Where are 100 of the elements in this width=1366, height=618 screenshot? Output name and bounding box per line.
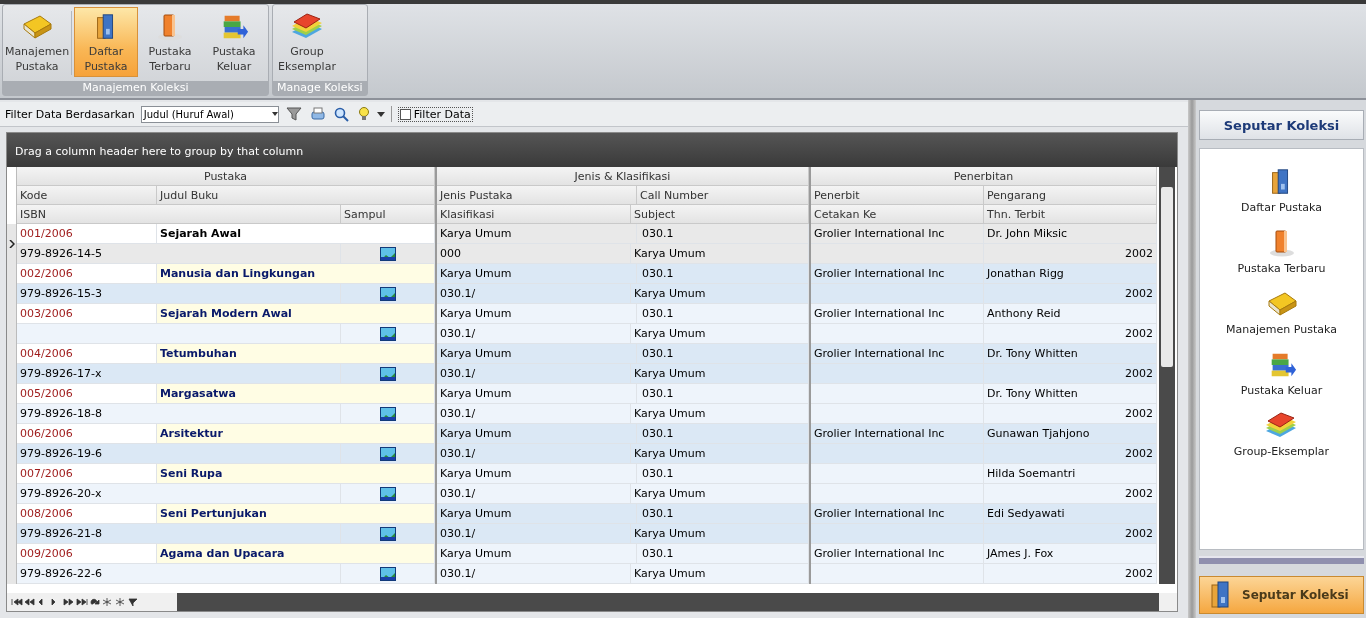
table-cell: 2002 (984, 564, 1157, 584)
table-cell: Karya Umum (631, 284, 809, 304)
ribbon-button[interactable]: Pustaka Keluar (202, 7, 266, 77)
ribbon-button[interactable]: Pustaka Terbaru (138, 7, 202, 77)
table-cell: 2002 (984, 484, 1157, 504)
table-cell: 030.1/ (437, 404, 631, 424)
table-cell: Agama dan Upacara (157, 544, 435, 564)
table-cell: Karya Umum (631, 564, 809, 584)
table-cell: Karya Umum (631, 364, 809, 384)
table-cell: Karya Umum (437, 304, 637, 324)
column-header: Subject (631, 205, 809, 224)
column-group-header: Penerbitan (811, 167, 1157, 186)
table-cell: Sejarah Awal (157, 224, 435, 244)
table-cell: 2002 (984, 284, 1157, 304)
table-cell: 030.1 (637, 504, 809, 524)
filter-label: Filter Data Berdasarkan (5, 107, 135, 121)
table-cell: Gunawan Tjahjono (984, 424, 1157, 444)
table-cell: Grolier International Inc (811, 224, 984, 244)
table-cell: 002/2006 (17, 264, 157, 284)
table-cell: 007/2006 (17, 464, 157, 484)
table-cell: 2002 (984, 244, 1157, 264)
table-cell: Karya Umum (437, 424, 637, 444)
table-cell: 000 (437, 244, 631, 264)
filter-checkbox[interactable]: Filter Data (397, 106, 473, 122)
table-cell: 030.1 (637, 464, 809, 484)
column-group-header: Pustaka (17, 167, 435, 186)
navigation-item[interactable]: Manajemen Pustaka (1226, 289, 1337, 336)
table-cell: 979-8926-19-6 (17, 444, 341, 464)
navigation-item[interactable]: Pustaka Terbaru (1237, 228, 1326, 275)
table-cell: 979-8926-14-5 (17, 244, 341, 264)
table-cell: Karya Umum (437, 344, 637, 364)
column-header: Jenis Pustaka (437, 186, 637, 205)
table-cell: 030.1/ (437, 284, 631, 304)
table-cell: 979-8926-15-3 (17, 284, 341, 304)
table-cell: 030.1 (637, 544, 809, 564)
table-cell: 030.1/ (437, 364, 631, 384)
table-cell: Karya Umum (437, 504, 637, 524)
table-cell: Karya Umum (631, 404, 809, 424)
table-cell: Grolier International Inc (811, 424, 984, 444)
table-cell: Hilda Soemantri (984, 464, 1157, 484)
table-cell: JAmes J. Fox (984, 544, 1157, 564)
table-cell: Seni Rupa (157, 464, 435, 484)
table-cell: 2002 (984, 404, 1157, 424)
column-header: Kode (17, 186, 157, 205)
table-cell: Dr. Tony Whitten (984, 384, 1157, 404)
table-cell: Karya Umum (437, 464, 637, 484)
table-cell: 030.1/ (437, 524, 631, 544)
table-cell: Tetumbuhan (157, 344, 435, 364)
group-panel-hint: Drag a column header here to group by that column (7, 133, 1177, 167)
table-cell: 030.1 (637, 344, 809, 364)
table-cell: Karya Umum (437, 264, 637, 284)
group-label: Manajemen Koleksi (3, 81, 268, 95)
table-cell: 979-8926-17-x (17, 364, 341, 384)
ribbon-button[interactable]: Group Eksemplar (275, 7, 339, 77)
navigation-item[interactable]: Daftar Pustaka (1240, 167, 1323, 214)
ribbon-button[interactable]: Daftar Pustaka (74, 7, 138, 77)
ribbon-button[interactable]: Manajemen Pustaka (5, 7, 69, 77)
column-header: Judul Buku (157, 186, 435, 205)
table-cell: 004/2006 (17, 344, 157, 364)
table-cell: 979-8926-20-x (17, 484, 341, 504)
table-cell: 001/2006 (17, 224, 157, 244)
panel-button[interactable]: Seputar Koleksi (1199, 576, 1364, 614)
table-cell: Arsitektur (157, 424, 435, 444)
table-cell: 003/2006 (17, 304, 157, 324)
table-cell: Karya Umum (631, 244, 809, 264)
table-cell: Seni Pertunjukan (157, 504, 435, 524)
filter-dropdown[interactable]: Judul (Huruf Awal) (140, 105, 279, 123)
table-cell: Dr. Tony Whitten (984, 344, 1157, 364)
table-cell: 005/2006 (17, 384, 157, 404)
table-cell: Karya Umum (631, 524, 809, 544)
table-cell: 030.1 (637, 424, 809, 444)
column-header: ISBN (17, 205, 341, 224)
table-cell: 030.1 (637, 224, 809, 244)
table-cell: 030.1 (637, 304, 809, 324)
table-cell: Karya Umum (631, 484, 809, 504)
table-cell: 009/2006 (17, 544, 157, 564)
table-cell: 030.1/ (437, 564, 631, 584)
table-cell: Anthony Reid (984, 304, 1157, 324)
table-cell: Karya Umum (437, 544, 637, 564)
table-cell: Grolier International Inc (811, 344, 984, 364)
table-cell: 030.1/ (437, 324, 631, 344)
group-label: Manage Koleksi (273, 81, 367, 95)
table-cell: Grolier International Inc (811, 264, 984, 284)
column-group-header: Jenis & Klasifikasi (437, 167, 809, 186)
column-header: Sampul (341, 205, 435, 224)
table-cell: 008/2006 (17, 504, 157, 524)
table-cell: Grolier International Inc (811, 544, 984, 564)
column-header: Thn. Terbit (984, 205, 1157, 224)
table-cell: 979-8926-21-8 (17, 524, 341, 544)
table-cell: Grolier International Inc (811, 504, 984, 524)
table-cell: 979-8926-18-8 (17, 404, 341, 424)
table-cell: Karya Umum (631, 324, 809, 344)
table-cell: 030.1/ (437, 484, 631, 504)
table-cell: 030.1/ (437, 444, 631, 464)
navigation-item[interactable]: Pustaka Keluar (1240, 350, 1323, 397)
table-cell: Jonathan Rigg (984, 264, 1157, 284)
table-cell: 979-8926-22-6 (17, 564, 341, 584)
navigation-item[interactable]: Group-Eksemplar (1233, 411, 1330, 458)
table-cell: 2002 (984, 364, 1157, 384)
table-cell: 2002 (984, 524, 1157, 544)
